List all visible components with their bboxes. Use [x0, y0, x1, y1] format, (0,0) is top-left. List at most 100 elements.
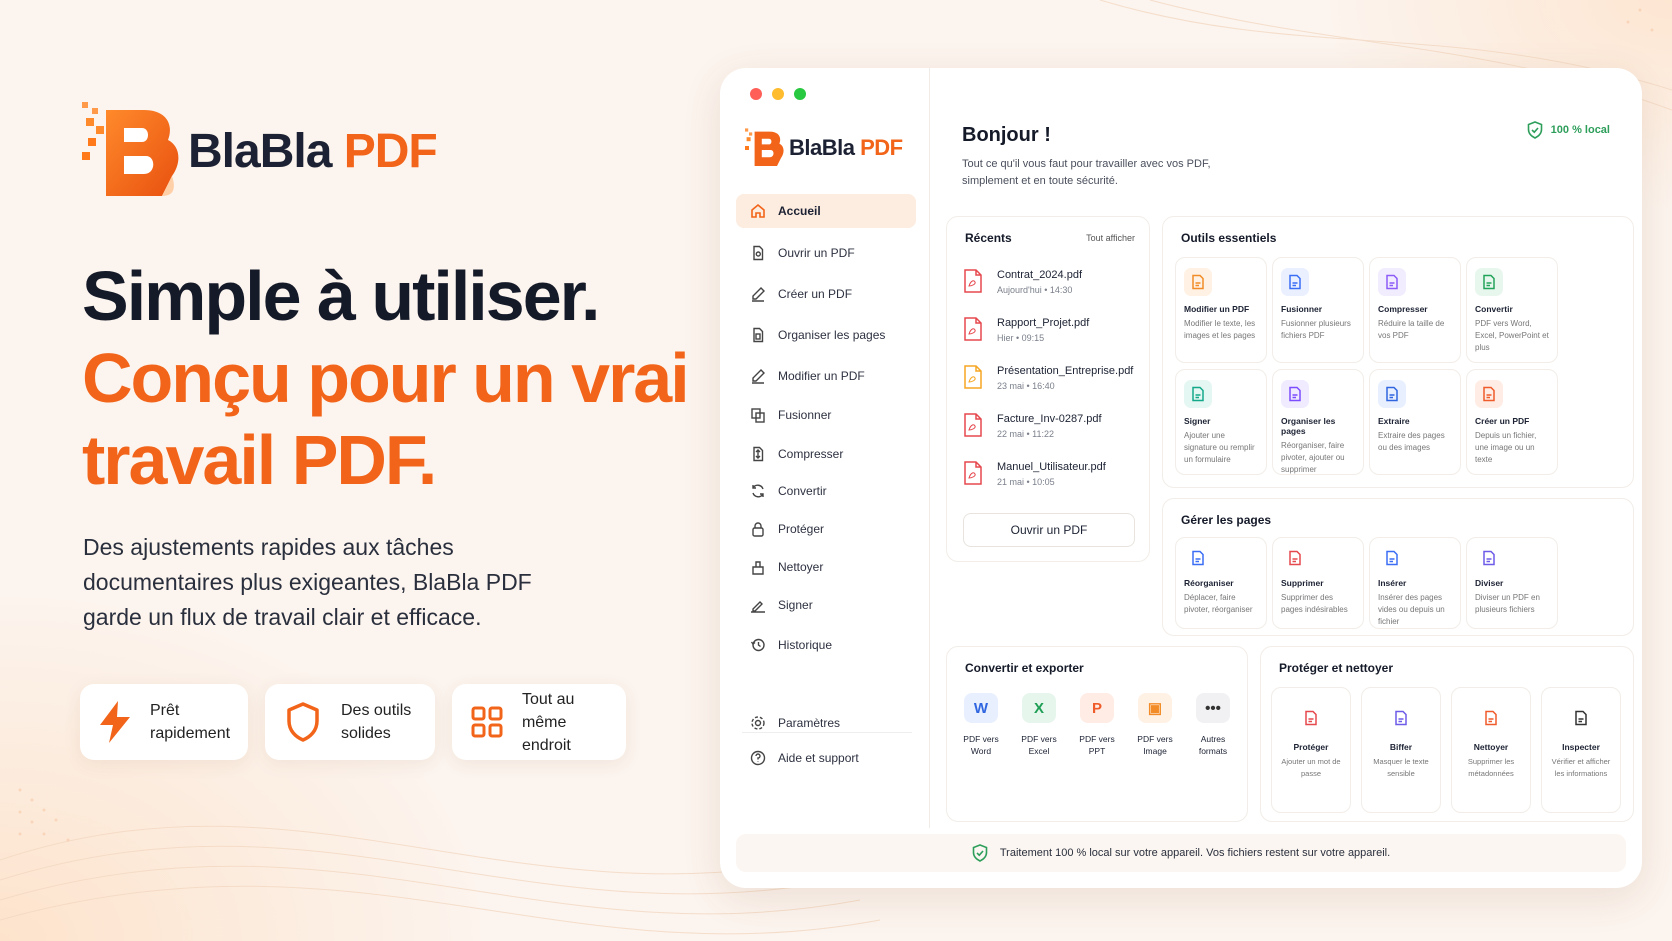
tool-title: Créer un PDF: [1475, 416, 1530, 426]
protect-tool-card[interactable]: Nettoyer Supprimer les métadonnées: [1451, 687, 1531, 813]
tool-description: Insérer des pages vides ou depuis un fic…: [1378, 593, 1445, 626]
sidebar-item-convertir[interactable]: Convertir: [736, 474, 916, 508]
sidebar-item-fusionner[interactable]: Fusionner: [736, 398, 916, 432]
file-info: Présentation_Entreprise.pdf 23 mai • 16:4…: [983, 365, 1133, 391]
recent-file-row[interactable]: Contrat_2024.pdf Aujourd'hui • 14:30: [963, 269, 1082, 298]
sidebar-item-proteger[interactable]: Protéger: [736, 512, 916, 546]
sidebar-item-organiser[interactable]: Organiser les pages: [736, 318, 916, 352]
local-badge: 100 % local: [1527, 121, 1610, 139]
pdf-file-icon: [963, 365, 983, 394]
tool-description: Ajouter une signature ou remplir un form…: [1184, 431, 1255, 464]
tool-icon: [1378, 380, 1406, 408]
show-all-link[interactable]: Tout afficher: [1086, 233, 1135, 243]
essential-tool-card[interactable]: Organiser les pages Réorganiser, faire pi…: [1272, 369, 1364, 475]
sidebar: BlaBla PDF Accueil Ouvrir un PDF Créer u…: [720, 68, 930, 828]
essential-tool-card[interactable]: Extraire Extraire des pages ou des images: [1369, 369, 1461, 475]
sidebar-item-creer[interactable]: Créer un PDF: [736, 277, 916, 311]
tool-title: Modifier un PDF: [1184, 304, 1250, 314]
sidebar-item-signer[interactable]: Signer: [736, 588, 916, 622]
sidebar-brand-name: BlaBla PDF: [789, 135, 903, 160]
page-tool-card[interactable]: Supprimer Supprimer des pages indésirable…: [1272, 537, 1364, 629]
convert-tool-label: Autres formats: [1198, 734, 1228, 756]
brand-name: BlaBla PDF: [188, 124, 438, 178]
file-open-icon: [753, 245, 764, 261]
protect-tool-card[interactable]: Biffer Masquer le texte sensible: [1361, 687, 1441, 813]
sidebar-item-modifier[interactable]: Modifier un PDF: [736, 359, 916, 393]
essential-tool-card[interactable]: Compresser Réduire la taille de vos PDF: [1369, 257, 1461, 363]
tool-description: Vérifier et afficher les informations: [1551, 757, 1611, 778]
headline-line-1: Simple à utiliser.: [82, 257, 600, 335]
sidebar-logo: BlaBla PDF: [745, 126, 903, 170]
convert-tool[interactable]: X PDF vers Excel: [1013, 693, 1065, 757]
brand-logo-icon: [82, 102, 179, 196]
page-subtitle: Tout ce qu'il vous faut pour travailler …: [962, 158, 1211, 187]
essential-tool-card[interactable]: Signer Ajouter une signature ou remplir u…: [1175, 369, 1267, 475]
tool-description: Réduire la taille de vos PDF: [1378, 319, 1445, 340]
compress-icon: [753, 446, 764, 462]
format-icon: ▣: [1138, 693, 1172, 723]
file-date: Aujourd'hui • 14:30: [997, 285, 1073, 295]
recent-file-row[interactable]: Manuel_Utilisateur.pdf 21 mai • 10:05: [963, 461, 1106, 490]
convert-tool[interactable]: ▣ PDF vers Image: [1129, 693, 1181, 757]
open-pdf-button[interactable]: Ouvrir un PDF: [963, 513, 1135, 547]
home-icon: [751, 203, 765, 218]
shield-check-icon: [1527, 121, 1542, 139]
page-title: Bonjour !: [962, 124, 1051, 146]
sidebar-item-historique[interactable]: Historique: [736, 628, 916, 662]
pages-icon: [753, 327, 764, 343]
file-name: Contrat_2024.pdf: [997, 269, 1083, 281]
format-icon: X: [1022, 693, 1056, 723]
tool-title: Inspecter: [1562, 742, 1600, 752]
tool-description: PDF vers Word, Excel, PowerPoint et plus: [1475, 319, 1549, 352]
sidebar-item-accueil[interactable]: Accueil: [736, 194, 916, 228]
help-icon: [750, 750, 766, 766]
history-icon: [750, 638, 765, 652]
grid-icon: [470, 702, 504, 742]
sidebar-item-compresser[interactable]: Compresser: [736, 437, 916, 471]
convert-tool-label: PDF vers Image: [1137, 734, 1173, 756]
page-tool-card[interactable]: Diviser Diviser un PDF en plusieurs fichi…: [1466, 537, 1558, 629]
recent-file-row[interactable]: Rapport_Projet.pdf Hier • 09:15: [963, 317, 1089, 346]
convert-tool[interactable]: ••• Autres formats: [1187, 693, 1239, 757]
essential-tool-card[interactable]: Créer un PDF Depuis un fichier, une image…: [1466, 369, 1558, 475]
page-tool-card[interactable]: Insérer Insérer des pages vides ou depuis…: [1369, 537, 1461, 629]
essential-tool-card[interactable]: Fusionner Fusionner plusieurs fichiers PD…: [1272, 257, 1364, 363]
tool-icon: [1475, 544, 1503, 572]
page-tool-card[interactable]: Réorganiser Déplacer, faire pivoter, réor…: [1175, 537, 1267, 629]
merge-icon: [751, 408, 765, 423]
feature-card-all-in-one: Tout au même endroit: [452, 684, 626, 760]
file-info: Manuel_Utilisateur.pdf 21 mai • 10:05: [983, 461, 1106, 487]
file-name: Rapport_Projet.pdf: [997, 317, 1090, 329]
tool-title: Supprimer: [1281, 578, 1324, 588]
file-name: Présentation_Entreprise.pdf: [997, 365, 1134, 377]
headline-line-3: travail PDF.: [82, 421, 437, 499]
tool-title: Compresser: [1378, 304, 1428, 314]
sidebar-item-nettoyer[interactable]: Nettoyer: [736, 550, 916, 584]
tool-icon: [1387, 704, 1415, 732]
tool-title: Fusionner: [1281, 304, 1323, 314]
sidebar-item-parametres[interactable]: Paramètres: [736, 706, 916, 740]
tool-title: Signer: [1184, 416, 1211, 426]
essential-tool-card[interactable]: Modifier un PDF Modifier le texte, les im…: [1175, 257, 1267, 363]
feature-card-tools: Des outils solides: [265, 684, 435, 760]
sidebar-item-aide[interactable]: Aide et support: [736, 741, 916, 775]
recent-file-row[interactable]: Présentation_Entreprise.pdf 23 mai • 16:4…: [963, 365, 1133, 394]
bolt-icon: [98, 701, 132, 743]
format-icon: W: [964, 693, 998, 723]
tool-description: Fusionner plusieurs fichiers PDF: [1281, 319, 1351, 340]
convert-tool[interactable]: W PDF vers Word: [955, 693, 1007, 757]
file-info: Facture_Inv-0287.pdf 22 mai • 11:22: [983, 413, 1102, 439]
brand-logo-icon: [745, 128, 784, 166]
protect-tool-card[interactable]: Inspecter Vérifier et afficher les inform…: [1541, 687, 1621, 813]
protect-tool-card[interactable]: Protéger Ajouter un mot de passe: [1271, 687, 1351, 813]
recent-file-row[interactable]: Facture_Inv-0287.pdf 22 mai • 11:22: [963, 413, 1102, 442]
sidebar-item-ouvrir[interactable]: Ouvrir un PDF: [736, 236, 916, 270]
tool-icon: [1475, 380, 1503, 408]
file-name: Facture_Inv-0287.pdf: [997, 413, 1102, 425]
convert-tool[interactable]: P PDF vers PPT: [1071, 693, 1123, 757]
tool-icon: [1378, 268, 1406, 296]
essential-tool-card[interactable]: Convertir PDF vers Word, Excel, PowerPoin…: [1466, 257, 1558, 363]
convert-tool-label: PDF vers Word: [963, 734, 999, 756]
file-date: 21 mai • 10:05: [997, 477, 1055, 487]
format-icon: •••: [1196, 693, 1230, 723]
